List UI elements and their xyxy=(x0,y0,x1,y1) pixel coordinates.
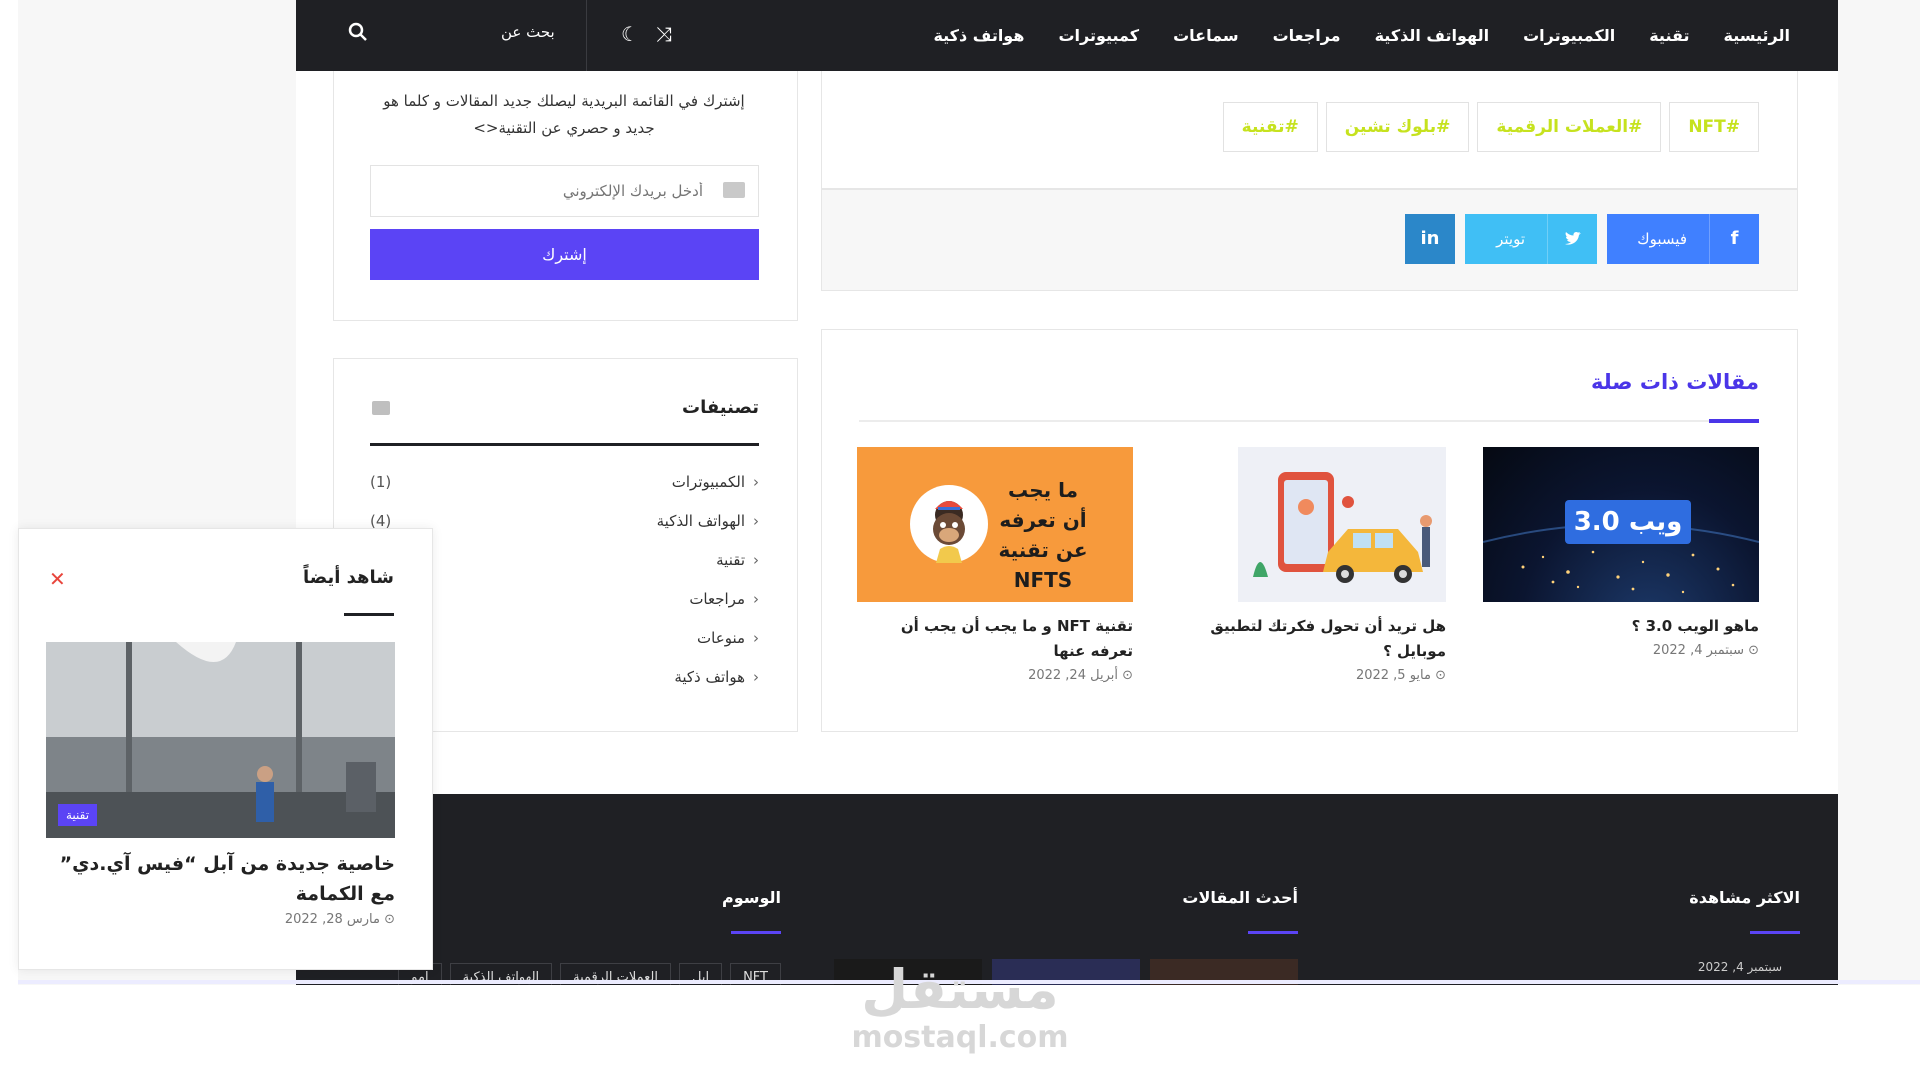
footer-most-viewed-title: الاكثر مشاهدة xyxy=(1689,888,1800,907)
nav-item-smartphones[interactable]: الهواتف الذكية xyxy=(1375,26,1489,45)
nav-item-computers-2[interactable]: كمبيوترات xyxy=(1058,26,1139,45)
categories-divider xyxy=(370,443,759,446)
see-also-title: شاهد أيضاً xyxy=(302,567,394,588)
nft-ape-avatar xyxy=(910,485,988,563)
related-articles-box: مقالات ذات صلة ويب 3.0 ماهو الويب 3.0 ؟ … xyxy=(821,329,1798,732)
facebook-share-button[interactable]: f فيسبوك xyxy=(1607,214,1759,264)
mostaql-watermark: مستقل mostaql.com xyxy=(835,960,1085,1056)
facebook-icon: f xyxy=(1709,214,1759,264)
twitter-icon xyxy=(1547,214,1597,264)
related-card-date: ⊙ أبريل 24, 2022 xyxy=(1028,668,1133,683)
chevron-left-icon: ‹ xyxy=(753,629,759,647)
footer-article-date: سبتمبر 4, 2022 xyxy=(1697,960,1782,974)
nav-tools: ⤨ ☾ بحث عن xyxy=(296,0,736,71)
share-box: f فيسبوك تويتر in xyxy=(821,189,1798,291)
watermark-arabic: مستقل xyxy=(861,958,1059,1021)
related-card-date-text: مايو 5, 2022 xyxy=(1355,668,1431,683)
tag-nft[interactable]: #NFT xyxy=(1669,102,1759,152)
newsletter-description: إشترك في القائمة البريدية ليصلك جديد الم… xyxy=(383,92,745,137)
see-also-date-text: مارس 28, 2022 xyxy=(284,912,380,927)
twitter-label: تويتر xyxy=(1496,230,1525,248)
shuffle-icon[interactable]: ⤨ xyxy=(652,20,676,48)
close-icon[interactable]: ✕ xyxy=(49,567,66,591)
nft-thumb-label: ما يجب أن تعرفه عن تقنية NFTS xyxy=(998,478,1088,592)
category-name: تقنية xyxy=(716,551,745,569)
see-also-date: ⊙ مارس 28, 2022 xyxy=(284,912,395,927)
search-label[interactable]: بحث عن xyxy=(501,23,555,41)
related-card-date: ⊙ سبتمبر 4, 2022 xyxy=(1652,643,1759,658)
footer-tags-title: الوسوم xyxy=(721,888,781,907)
newsletter-email-input[interactable] xyxy=(370,165,759,217)
related-card-date-text: سبتمبر 4, 2022 xyxy=(1652,643,1744,658)
post-tags-box: #NFT #العملات الرقمية #بلوك تشين #تقنية xyxy=(821,71,1798,189)
subscribe-button[interactable]: إشترك xyxy=(370,229,759,280)
related-divider xyxy=(859,420,1759,422)
nav-item-home[interactable]: الرئيسية xyxy=(1724,26,1791,45)
category-badge[interactable]: تقنية xyxy=(58,804,98,826)
chevron-left-icon: ‹ xyxy=(753,551,759,569)
category-item[interactable]: ‹ الكمبيوترات (1) xyxy=(370,469,759,508)
chevron-left-icon: ‹ xyxy=(753,590,759,608)
footer-tags-divider xyxy=(731,931,781,934)
folder-icon xyxy=(372,401,390,415)
category-count: (1) xyxy=(370,473,392,491)
related-card-nft[interactable]: ما يجب أن تعرفه عن تقنية NFTS تقنية NFT … xyxy=(857,447,1133,683)
related-card-date: ⊙ مايو 5, 2022 xyxy=(1355,668,1446,683)
see-also-thumb[interactable]: تقنية xyxy=(46,642,395,838)
category-name: مراجعات xyxy=(689,590,745,608)
categories-title: تصنيفات xyxy=(682,397,759,418)
linkedin-icon: in xyxy=(1420,228,1440,249)
nav-item-reviews[interactable]: مراجعات xyxy=(1273,26,1341,45)
related-thumb-nft[interactable]: ما يجب أن تعرفه عن تقنية NFTS xyxy=(857,447,1133,602)
page-container: الرئيسية تقنية الكمبيوترات الهواتف الذكي… xyxy=(296,0,1838,985)
main-menu: الرئيسية تقنية الكمبيوترات الهواتف الذكي… xyxy=(933,0,1790,71)
category-name: الكمبيوترات xyxy=(671,473,745,491)
related-thumb-web3[interactable]: ويب 3.0 xyxy=(1483,447,1759,602)
nav-separator xyxy=(586,0,587,71)
related-divider-accent xyxy=(1709,419,1759,423)
nav-item-headphones[interactable]: سماعات xyxy=(1173,26,1238,45)
related-articles-title: مقالات ذات صلة xyxy=(1590,370,1759,394)
share-buttons: f فيسبوك تويتر in xyxy=(1405,214,1759,264)
chevron-left-icon: ‹ xyxy=(753,512,759,530)
related-card-title[interactable]: تقنية NFT و ما يجب أن يجب أن تعرفه عنها xyxy=(857,614,1133,664)
see-also-popup: شاهد أيضاً ✕ تقنية خاصية جديدة من آبل “ف… xyxy=(18,528,433,970)
newsletter-widget: إشترك في القائمة البريدية ليصلك جديد الم… xyxy=(333,71,798,321)
related-thumb-app-idea[interactable] xyxy=(1238,447,1446,602)
nav-item-tech[interactable]: تقنية xyxy=(1649,26,1689,45)
related-card-app-idea[interactable]: هل تريد أن تحول فكرتك لتطبيق موبايل ؟ ⊙ … xyxy=(1170,447,1446,683)
related-card-title[interactable]: ماهو الويب 3.0 ؟ xyxy=(1483,614,1759,639)
footer-latest-title: أحدث المقالات xyxy=(1182,888,1298,907)
footer-most-viewed-divider xyxy=(1750,931,1800,934)
tag-crypto[interactable]: #العملات الرقمية xyxy=(1477,102,1662,152)
see-also-divider xyxy=(344,613,394,616)
tag-blockchain[interactable]: #بلوك تشين xyxy=(1325,102,1470,152)
twitter-share-button[interactable]: تويتر xyxy=(1465,214,1597,264)
site-footer: الاكثر مشاهدة سبتمبر 4, 2022 أحدث المقال… xyxy=(296,794,1838,985)
watermark-english: mostaql.com xyxy=(851,1020,1069,1055)
main-navbar: الرئيسية تقنية الكمبيوترات الهواتف الذكي… xyxy=(296,0,1838,71)
tag-tech[interactable]: #تقنية xyxy=(1222,102,1318,152)
page-background-right xyxy=(1838,0,1920,985)
post-tags: #NFT #العملات الرقمية #بلوك تشين #تقنية xyxy=(1222,102,1759,152)
chevron-left-icon: ‹ xyxy=(753,473,759,491)
web3-thumb-label: ويب 3.0 xyxy=(1565,500,1691,544)
see-also-article-title[interactable]: خاصية جديدة من آبل “فيس آي.دي” مع الكمام… xyxy=(46,849,395,909)
nav-item-computers[interactable]: الكمبيوترات xyxy=(1523,26,1615,45)
envelope-icon xyxy=(723,182,745,198)
related-card-web3[interactable]: ويب 3.0 ماهو الويب 3.0 ؟ ⊙ سبتمبر 4, 202… xyxy=(1483,447,1759,658)
category-name: منوعات xyxy=(697,629,745,647)
dark-mode-icon[interactable]: ☾ xyxy=(618,20,642,48)
category-name: هواتف ذكية xyxy=(674,668,745,686)
linkedin-share-button[interactable]: in xyxy=(1405,214,1455,264)
facebook-label: فيسبوك xyxy=(1637,230,1687,248)
nav-item-smart-phones-2[interactable]: هواتف ذكية xyxy=(933,26,1024,45)
category-name: الهواتف الذكية xyxy=(656,512,745,530)
search-icon[interactable] xyxy=(348,22,368,46)
related-card-title[interactable]: هل تريد أن تحول فكرتك لتطبيق موبايل ؟ xyxy=(1170,614,1446,664)
footer-latest-divider xyxy=(1248,931,1298,934)
related-card-date-text: أبريل 24, 2022 xyxy=(1028,668,1118,683)
chevron-left-icon: ‹ xyxy=(753,668,759,686)
